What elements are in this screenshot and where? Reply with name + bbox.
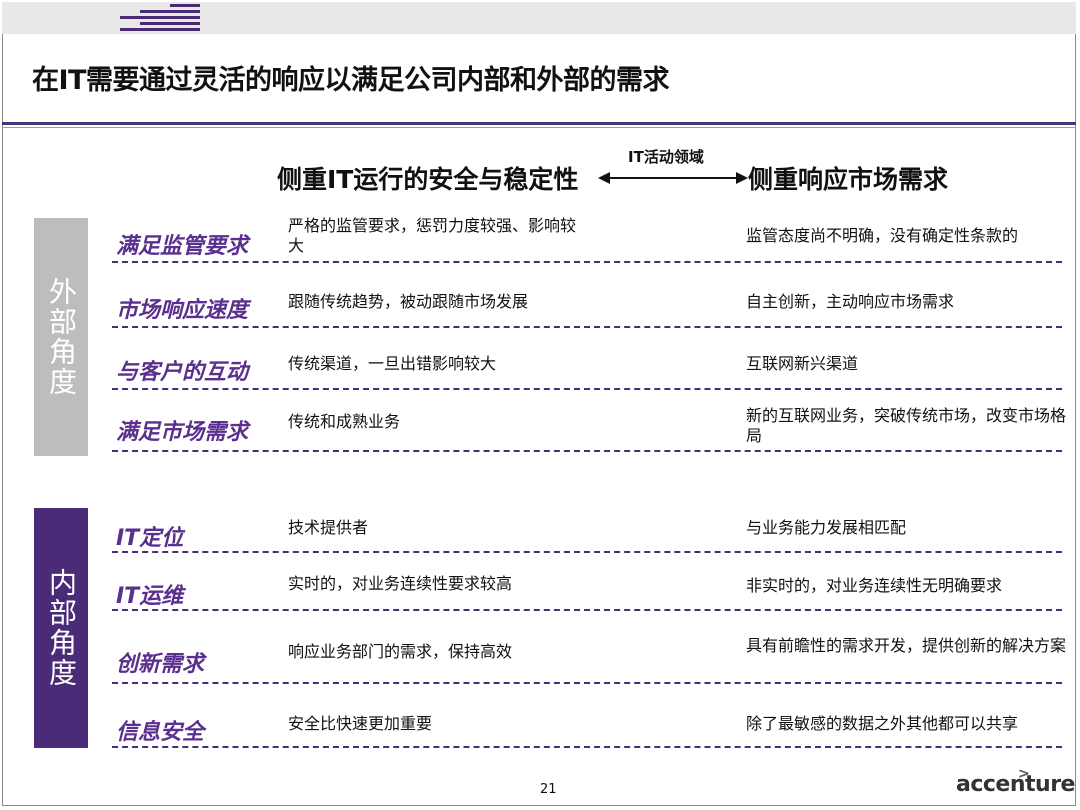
row-left-text: 响应业务部门的需求，保持高效 — [288, 642, 513, 661]
header-left: 侧重IT运行的安全与稳定性 — [277, 165, 579, 194]
row-left-text: 传统和成熟业务 — [288, 412, 401, 431]
row-label: 信息安全 — [116, 720, 205, 745]
row-right-text: 互联网新兴渠道 — [746, 354, 859, 373]
row-divider — [112, 609, 1062, 611]
row-divider — [112, 682, 1062, 684]
external-side-label: 外部角度 — [34, 218, 88, 456]
row-divider — [112, 551, 1062, 553]
row-label: 满足市场需求 — [116, 420, 249, 445]
row-right-text: 监管态度尚不明确，没有确定性条款的 — [746, 226, 1019, 245]
brand-logo: accenture — [956, 772, 1075, 797]
row-left-text: 安全比快速更加重要 — [288, 714, 433, 733]
internal-side-text: 内部角度 — [45, 568, 78, 688]
row-left-text: 严格的监管要求，惩罚力度较强、影响较大 — [288, 216, 577, 255]
row-right-text: 自主创新，主动响应市场需求 — [746, 292, 955, 311]
row-label: 创新需求 — [116, 652, 205, 677]
row-label: 市场响应速度 — [116, 298, 249, 323]
title-divider — [2, 122, 1076, 125]
double-arrow-icon — [598, 172, 748, 184]
row-right-text: 除了最敏感的数据之外其他都可以共享 — [746, 714, 1019, 733]
logo-stripes — [120, 2, 200, 34]
row-label: IT定位 — [116, 526, 184, 551]
row-label: 与客户的互动 — [116, 360, 249, 385]
header-right: 侧重响应市场需求 — [748, 165, 949, 194]
row-right-text: 具有前瞻性的需求开发，提供创新的解决方案 — [746, 636, 1067, 655]
page-number: 21 — [540, 782, 557, 797]
row-left-text: 传统渠道，一旦出错影响较大 — [288, 354, 497, 373]
internal-side-label: 内部角度 — [34, 508, 88, 748]
row-label: IT运维 — [116, 584, 184, 609]
row-right-text: 新的互联网业务，突破传统市场，改变市场格局 — [746, 406, 1067, 445]
page-title: 在IT需要通过灵活的响应以满足公司内部和外部的需求 — [32, 65, 669, 96]
title-divider-thin — [2, 127, 1076, 128]
row-right-text: 与业务能力发展相匹配 — [746, 518, 907, 537]
row-divider — [112, 746, 1062, 748]
header-middle: IT活动领域 — [628, 148, 704, 166]
row-divider — [112, 450, 1062, 452]
row-left-text: 技术提供者 — [288, 518, 369, 537]
row-divider — [112, 388, 1062, 390]
row-right-text: 非实时的，对业务连续性无明确要求 — [746, 576, 1003, 595]
external-side-text: 外部角度 — [45, 277, 78, 397]
row-label: 满足监管要求 — [116, 234, 249, 259]
row-divider — [112, 261, 1062, 263]
row-left-text: 实时的，对业务连续性要求较高 — [288, 574, 513, 593]
row-left-text: 跟随传统趋势，被动跟随市场发展 — [288, 292, 529, 311]
row-divider — [112, 326, 1062, 328]
